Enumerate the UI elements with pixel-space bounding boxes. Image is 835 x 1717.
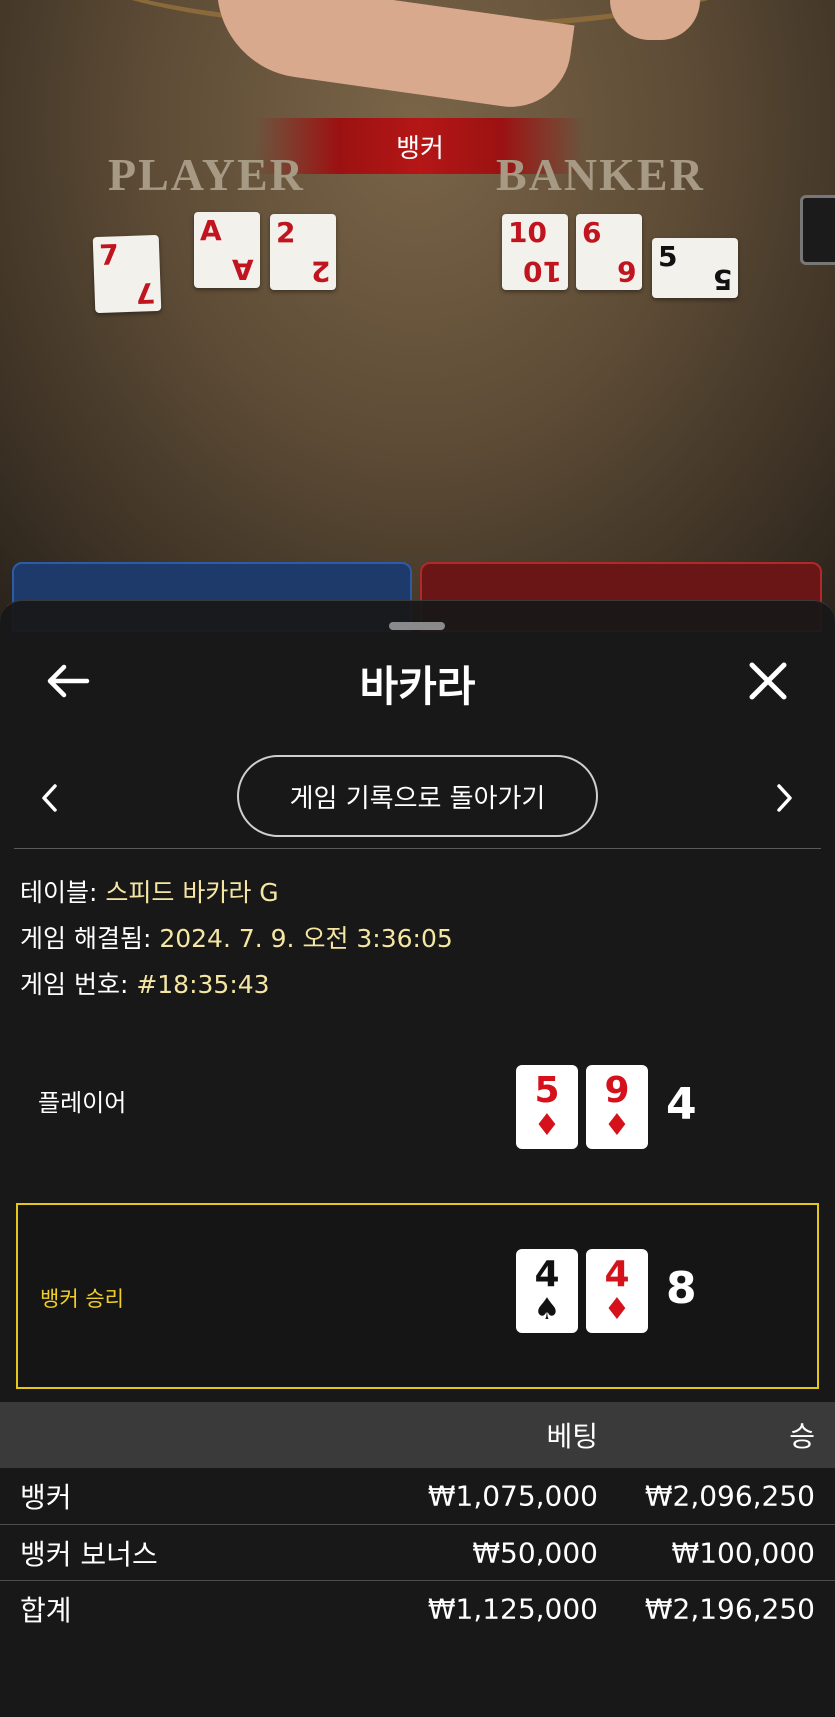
player-hand-row: 플레이어 5 ♦ 9 ♦ 4 [16, 1041, 819, 1181]
table-player-label: PLAYER [108, 149, 305, 200]
table-info: 테이블: 스피드 바카라 G [20, 873, 279, 909]
video-player-card-2: AA [194, 212, 260, 288]
player-cards: 5 ♦ 9 ♦ [516, 1065, 648, 1149]
video-banker-card-1: 10 10 [502, 214, 568, 290]
bet-column-header: 베팅 [546, 1420, 598, 1453]
bet-name: 뱅커 [20, 1481, 72, 1514]
video-player-card-3: 22 [270, 214, 336, 290]
dealer-hand-left [205, 0, 575, 115]
sheet-grabber[interactable] [389, 622, 445, 630]
player-card-2: 9 ♦ [586, 1065, 648, 1149]
table-row-total: 합계 ₩1,125,000 ₩2,196,250 [0, 1581, 835, 1637]
game-number-label: 게임 번호: [20, 970, 137, 999]
banker-win-label: 뱅커 승리 [40, 1287, 124, 1311]
win-column-header: 승 [789, 1420, 815, 1453]
table-row: 뱅커 ₩1,075,000 ₩2,096,250 [0, 1468, 835, 1524]
player-hand-label: 플레이어 [38, 1089, 127, 1117]
table-info-label: 테이블: [20, 878, 106, 907]
card-shoe [800, 195, 835, 265]
header-divider [14, 848, 821, 849]
table-row: 뱅커 보너스 ₩50,000 ₩100,000 [0, 1525, 835, 1581]
player-card-1: 5 ♦ [516, 1065, 578, 1149]
banker-cards: 4 ♠ 4 ♦ [516, 1249, 648, 1333]
bet-amount: ₩50,000 [472, 1536, 598, 1570]
banker-card-1: 4 ♠ [516, 1249, 578, 1333]
game-number-info: 게임 번호: #18:35:43 [20, 965, 270, 1001]
total-bet-amount: ₩1,125,000 [427, 1592, 598, 1626]
video-player-card-1: 77 [92, 234, 162, 314]
total-label: 합계 [20, 1594, 72, 1627]
win-amount: ₩2,096,250 [644, 1479, 815, 1513]
resolved-info: 게임 해결됨: 2024. 7. 9. 오전 3:36:05 [20, 919, 453, 955]
video-banker-card-2: 66 [576, 214, 642, 290]
game-detail-sheet: 바카라 게임 기록으로 돌아가기 테이블: 스피드 바카라 G 게임 해결됨: … [0, 600, 835, 1717]
dealer-hand-right [610, 0, 700, 40]
back-to-history-button[interactable]: 게임 기록으로 돌아가기 [237, 755, 598, 837]
bets-table-header: 베팅 승 [0, 1402, 835, 1468]
player-score: 4 [666, 1079, 697, 1130]
table-banker-label: BANKER [496, 149, 705, 200]
sheet-title: 바카라 [359, 662, 476, 711]
bet-name: 뱅커 보너스 [20, 1538, 158, 1571]
resolved-info-label: 게임 해결됨: [20, 924, 160, 953]
live-video-feed: 뱅커 PLAYER BANKER 77 AA 22 10 10 66 55 [0, 0, 835, 620]
total-win-amount: ₩2,196,250 [644, 1592, 815, 1626]
banker-hand-row: 뱅커 승리 4 ♠ 4 ♦ 8 [16, 1203, 819, 1389]
video-banker-card-3: 55 [652, 238, 738, 298]
banker-score: 8 [666, 1263, 697, 1314]
resolved-info-value: 2024. 7. 9. 오전 3:36:05 [159, 924, 453, 953]
table-info-value: 스피드 바카라 G [105, 878, 279, 907]
bet-amount: ₩1,075,000 [427, 1479, 598, 1513]
banker-card-2: 4 ♦ [586, 1249, 648, 1333]
close-icon[interactable] [738, 651, 798, 711]
game-number-value: #18:35:43 [136, 970, 270, 999]
win-amount: ₩100,000 [671, 1536, 815, 1570]
chevron-right-icon[interactable] [764, 773, 804, 823]
chevron-left-icon[interactable] [30, 773, 70, 823]
